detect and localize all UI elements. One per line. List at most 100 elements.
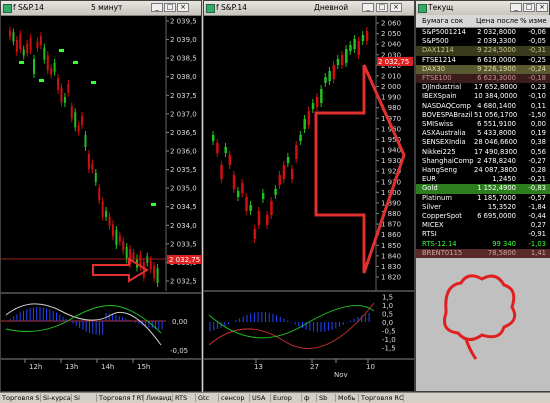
- workspace-tab[interactable]: Si: [72, 394, 97, 402]
- minimize-button[interactable]: _: [362, 3, 374, 12]
- quote-row[interactable]: DAX30 9 226,1900 -0,24: [416, 64, 550, 74]
- quote-row[interactable]: RTS-12.14 99 340 -1,03: [416, 239, 550, 249]
- workspace-tab[interactable]: RTS: [173, 394, 196, 402]
- close-button[interactable]: ×: [536, 3, 548, 12]
- workspace-tab[interactable]: Мобь: [336, 394, 359, 402]
- quote-row[interactable]: EUR 1,2450 -0,21: [416, 175, 550, 185]
- quote-row[interactable]: CopperSpot 6 695,0000 -0,44: [416, 212, 550, 222]
- quote-row[interactable]: HangSeng 24 087,3800 0,28: [416, 166, 550, 176]
- quote-name: SENSEXIndia: [422, 138, 466, 147]
- quote-row[interactable]: Gold 1 152,4900 -0,83: [416, 184, 550, 194]
- workspace-tab[interactable]: Gtc: [196, 394, 219, 402]
- price-label: 1 890: [381, 199, 401, 207]
- quote-name: FTSE100: [422, 74, 452, 82]
- quote-row[interactable]: NASDAQComp 4 680,1400 0,11: [416, 101, 550, 111]
- candle: [22, 49, 25, 56]
- quotes-table[interactable]: Бумага сок Цена после % изме S&P5001214 2…: [416, 15, 550, 391]
- candle: [57, 78, 60, 90]
- quote-price: 24 087,3800: [474, 166, 518, 174]
- candle: [299, 135, 302, 141]
- quote-price: 51 056,1700: [474, 110, 518, 119]
- quote-row[interactable]: S&P5001214 2 032,8000 -0,06: [416, 28, 550, 38]
- time-label: 27: [310, 363, 319, 371]
- window-titlebar[interactable]: Текущ _ □ ×: [416, 1, 549, 16]
- quote-row[interactable]: ShanghaiComp 2 478,8240 -0,27: [416, 156, 550, 166]
- price-chart-5min[interactable]: 2 039,5 2 039,0 2 038,5 2 038,0 2 037,5 2 037…: [1, 15, 201, 391]
- candle: [115, 230, 118, 245]
- quote-price: 9 224,5000: [477, 46, 516, 55]
- candle: [241, 183, 244, 193]
- quote-name: ShanghaiComp: [422, 156, 474, 165]
- candle: [257, 211, 261, 225]
- workspace-tab[interactable]: Si-курса: [41, 394, 72, 402]
- quote-change: -0,31: [528, 46, 546, 55]
- header-change[interactable]: % изме: [520, 15, 547, 27]
- quote-row[interactable]: FTSE100 6 623,3000 -0,18: [416, 74, 550, 84]
- quote-change: -0,83: [528, 184, 546, 193]
- quote-change: -0,06: [528, 28, 546, 36]
- candle: [91, 163, 94, 170]
- quote-row[interactable]: Platinum 1 185,7000 -0,57: [416, 193, 550, 203]
- current-price-label: 2 032,75: [169, 256, 200, 264]
- candle: [274, 189, 277, 195]
- quote-change: 0,11: [530, 101, 546, 110]
- candle: [98, 188, 101, 201]
- workspace-tab[interactable]: сенсор: [219, 394, 250, 402]
- candle: [53, 62, 56, 72]
- workspace-tab[interactable]: Торговля RORTS: [359, 394, 404, 402]
- price-label: 2 034,0: [170, 222, 197, 230]
- chart-window-daily[interactable]: f S&P.14 Дневной _ □ × 2 060 2 050 2 040 2 …: [203, 0, 415, 392]
- quote-row[interactable]: BOVESPABrazil 51 056,1700 -1,50: [416, 110, 550, 120]
- quote-row[interactable]: FTSE1214 6 619,0000 -0,25: [416, 55, 550, 65]
- window-titlebar[interactable]: f S&P.14 5 минут _ □ ×: [1, 1, 201, 16]
- chart-window-5min[interactable]: f S&P.14 5 минут _ □ × 2 039,5 2 039,0 2 0…: [0, 0, 202, 392]
- candle: [353, 39, 356, 49]
- price-chart-daily[interactable]: 2 0602 0502 0402 0302 0202 0102 0001 990…: [204, 15, 414, 391]
- quote-row[interactable]: MICEX 0,27: [416, 221, 550, 231]
- header-security[interactable]: Бумага сок: [422, 15, 463, 27]
- close-button[interactable]: ×: [390, 3, 402, 12]
- candle: [19, 34, 22, 50]
- quote-row[interactable]: SENSEXIndia 28 046,6600 0,38: [416, 138, 550, 148]
- price-label: 2 039,5: [170, 18, 197, 26]
- candle: [33, 59, 36, 74]
- workspace-tab[interactable]: Europ: [271, 394, 302, 402]
- workspace-tab[interactable]: Торговля Si: [0, 394, 41, 402]
- minimize-button[interactable]: _: [151, 3, 163, 12]
- osc-label: -0,05: [170, 347, 188, 355]
- maximize-button[interactable]: □: [523, 3, 535, 12]
- osc-label: -1,0: [382, 336, 396, 344]
- quote-change: -0,05: [528, 37, 546, 46]
- candle: [50, 68, 53, 75]
- window-title: f S&P.14: [13, 3, 44, 12]
- osc-label: 0,00: [172, 318, 188, 326]
- quote-price: 2 039,3300: [477, 37, 516, 46]
- quote-row[interactable]: Nikkei225 17 490,8300 0,56: [416, 147, 550, 157]
- maximize-button[interactable]: □: [164, 3, 176, 12]
- quote-price: 6 623,3000: [477, 74, 516, 82]
- quote-row[interactable]: S&P500 2 039,3300 -0,05: [416, 37, 550, 47]
- quote-row[interactable]: ASXAustralia 5 433,8000 0,19: [416, 129, 550, 139]
- quote-row[interactable]: IBEXSpain 10 384,0000 -0,10: [416, 92, 550, 102]
- candle: [232, 175, 236, 189]
- close-button[interactable]: ×: [177, 3, 189, 12]
- workspace-tab[interactable]: Торговля f RTS: [97, 394, 144, 402]
- quote-row[interactable]: DJIndustrial 17 652,8000 0,23: [416, 83, 550, 93]
- quote-row[interactable]: Silver 15,3520 -1,84: [416, 202, 550, 212]
- workspace-tab[interactable]: ф: [302, 394, 317, 402]
- header-price[interactable]: Цена после: [476, 15, 518, 27]
- maximize-button[interactable]: □: [376, 3, 388, 12]
- price-label: 2 010: [381, 72, 401, 80]
- quote-row[interactable]: SMISwiss 6 551,9100 0,00: [416, 120, 550, 130]
- workspace-tab[interactable]: Sb: [317, 394, 336, 402]
- quote-row[interactable]: RTSI -0,91: [416, 230, 550, 240]
- window-titlebar[interactable]: f S&P.14 Дневной _ □ ×: [204, 1, 414, 16]
- workspace-tab[interactable]: Ликвид: [144, 394, 173, 402]
- candle: [74, 112, 77, 128]
- quote-row[interactable]: DAX1214 9 224,5000 -0,31: [416, 46, 550, 56]
- price-label: 2 050: [381, 30, 401, 38]
- workspace-tab[interactable]: USA: [250, 394, 271, 402]
- quote-name: CopperSpot: [422, 212, 462, 220]
- minimize-button[interactable]: _: [510, 3, 522, 12]
- quotes-window[interactable]: Текущ _ □ × Бумага сок Цена после % изме…: [415, 0, 550, 392]
